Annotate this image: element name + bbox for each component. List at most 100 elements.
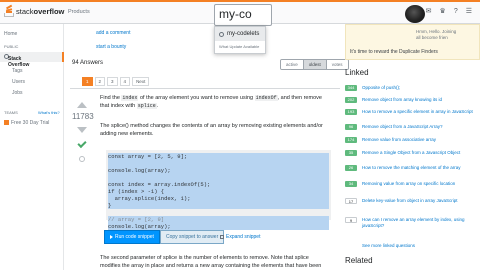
code-line: const index = array.indexOf(5); [108, 181, 329, 188]
search-suggestions: my-codelets What Update Available [214, 26, 266, 54]
left-sidebar: Home PUBLIC Stack Overflow Tags Users Jo… [0, 24, 64, 270]
code-line [108, 174, 329, 181]
products-menu[interactable]: Products [68, 9, 90, 15]
sidebar-item-jobs[interactable]: Jobs [12, 90, 23, 96]
code-snippet[interactable]: const array = [2, 5, 9]; console.log(arr… [106, 150, 331, 230]
sidebar-section-teams: TEAMS [4, 110, 18, 115]
see-more-linked-link[interactable]: See more linked questions [362, 243, 415, 248]
search-input[interactable]: my-co [214, 4, 272, 26]
stackoverflow-logo-icon [4, 4, 14, 17]
score-badge: 193 [345, 109, 357, 115]
sidebar-item-tags[interactable]: Tags [12, 68, 23, 74]
tab-oldest[interactable]: oldest [303, 60, 327, 69]
copy-snippet-button[interactable]: Copy snippet to answer [160, 230, 225, 244]
linked-item-title[interactable]: Delete key-value from object in array Ja… [362, 198, 458, 204]
search-value: my-co [219, 7, 252, 21]
sidebar-item-stackoverflow-label: Stack Overflow [8, 56, 30, 68]
linked-item-title[interactable]: Opposite of push(); [362, 85, 400, 91]
tab-active[interactable]: active [281, 60, 304, 69]
linked-item-title[interactable]: How to remove the matching element of th… [362, 165, 461, 171]
expand-snippet-checkbox[interactable]: Expand snippet [220, 234, 260, 240]
pagination: 1 2 3 4 Next [82, 77, 150, 86]
linked-item[interactable]: 34 Removing value from array on specific … [345, 181, 480, 187]
score-badge: 17 [345, 198, 357, 204]
divider [70, 88, 340, 89]
answer-paragraph-3: The second parameter of splice is the nu… [100, 255, 322, 269]
inline-code-splice: splice [136, 103, 157, 109]
help-icon[interactable]: ? [454, 8, 458, 15]
start-bounty-link[interactable]: start a bounty [96, 44, 126, 50]
history-icon[interactable] [79, 156, 85, 162]
code-line: const array = [2, 5, 9]; [108, 153, 329, 160]
stackexchange-icon[interactable]: ☰ [466, 7, 472, 15]
main-content: add a comment start a bounty 94 Answers … [70, 24, 349, 270]
score-badge: 9 [345, 217, 357, 223]
score-badge: 26 [345, 165, 357, 171]
sidebar-item-users[interactable]: Users [12, 79, 25, 85]
page-3[interactable]: 3 [107, 77, 118, 86]
linked-item-title[interactable]: Remove value from associative array [362, 137, 436, 143]
right-sidebar: Hmm, Hello. Joining all become frien It's… [345, 24, 480, 270]
suggestion-caption: What Update Available [219, 44, 260, 49]
linked-item[interactable]: 202 Remove object from array knowing its … [345, 97, 480, 103]
linked-item[interactable]: 9 How can I remove an array element by in… [345, 217, 480, 228]
vote-count: 11783 [72, 112, 94, 121]
page-1[interactable]: 1 [82, 77, 93, 86]
stackoverflow-logo[interactable]: stackoverflow [4, 4, 64, 17]
linked-item-title[interactable]: Remove object from array knowing its id [362, 97, 442, 103]
linked-item[interactable]: 344 Opposite of push(); [345, 85, 480, 91]
code-line: console.log(array); [108, 223, 329, 230]
related-heading: Related [345, 256, 373, 265]
linked-item-title[interactable]: Remove object from a JavaScript Array? [362, 124, 443, 130]
linked-item-title[interactable]: Removing value from array on specific lo… [362, 181, 455, 187]
linked-heading: Linked [345, 68, 369, 77]
linked-item-title[interactable]: How to remove a specific element in arra… [362, 109, 473, 115]
community-notice: Hmm, Hello. Joining all become frien It's… [345, 24, 480, 60]
upvote-icon[interactable] [77, 102, 87, 108]
score-badge: 35 [345, 150, 357, 156]
score-badge: 174 [345, 137, 357, 143]
sort-tabs: active oldest votes [280, 59, 349, 70]
sidebar-item-home[interactable]: Home [4, 31, 17, 37]
linked-item-title[interactable]: Remove a Single Object from a Javascript… [362, 150, 460, 156]
linked-item[interactable]: 17 Delete key-value from object in array … [345, 198, 480, 204]
inline-code-index: index [121, 95, 139, 101]
page-next[interactable]: Next [132, 77, 150, 86]
notice-text: Hmm, Hello. Joining all become frien [416, 29, 457, 40]
briefcase-icon [4, 120, 9, 125]
answers-count: 94 Answers [72, 60, 104, 66]
vote-column: 11783 [72, 102, 94, 162]
run-snippet-button[interactable]: Run code snippet [104, 230, 160, 244]
page-2[interactable]: 2 [94, 77, 106, 86]
linked-item-title[interactable]: How can I remove an array element by ind… [362, 217, 480, 228]
checkbox-icon [220, 235, 224, 239]
downvote-icon[interactable] [77, 127, 87, 133]
code-line: // array = [2, 9] [108, 216, 329, 223]
score-badge: 96 [345, 124, 357, 130]
code-line: } [108, 202, 329, 209]
answer-paragraph-1: Find the index of the array element you … [100, 95, 322, 109]
page-4[interactable]: 4 [119, 77, 131, 86]
linked-item[interactable]: 26 How to remove the matching element of … [345, 165, 480, 171]
free-trial-label: Free 30 Day Trial [11, 120, 50, 126]
linked-item[interactable]: 96 Remove object from a JavaScript Array? [345, 124, 480, 130]
inbox-icon[interactable]: ✉ [426, 7, 432, 15]
browser-page: stackoverflow Products ✉ ♛ ? ☰ my-co my-… [0, 0, 480, 270]
add-comment-link[interactable]: add a comment [96, 30, 130, 36]
free-trial-link[interactable]: Free 30 Day Trial [4, 120, 49, 126]
trophy-icon[interactable]: ♛ [440, 7, 446, 15]
code-line: if (index > -1) { [108, 188, 329, 195]
code-line: array.splice(index, 1); [108, 195, 329, 202]
linked-item[interactable]: 174 Remove value from associative array [345, 137, 480, 143]
whats-this-link[interactable]: What's this? [38, 110, 60, 115]
code-line: console.log(array); [108, 167, 329, 174]
linked-item[interactable]: 35 Remove a Single Object from a Javascri… [345, 150, 480, 156]
user-avatar[interactable] [405, 5, 425, 23]
suggestion-item[interactable]: my-codelets [215, 27, 265, 41]
linked-item[interactable]: 193 How to remove a specific element in a… [345, 109, 480, 115]
logo-prefix: stack [16, 6, 34, 16]
inline-code-indexof: indexOf [254, 95, 278, 101]
sidebar-item-stackoverflow[interactable]: Stack Overflow [0, 52, 64, 68]
score-badge: 34 [345, 181, 357, 187]
